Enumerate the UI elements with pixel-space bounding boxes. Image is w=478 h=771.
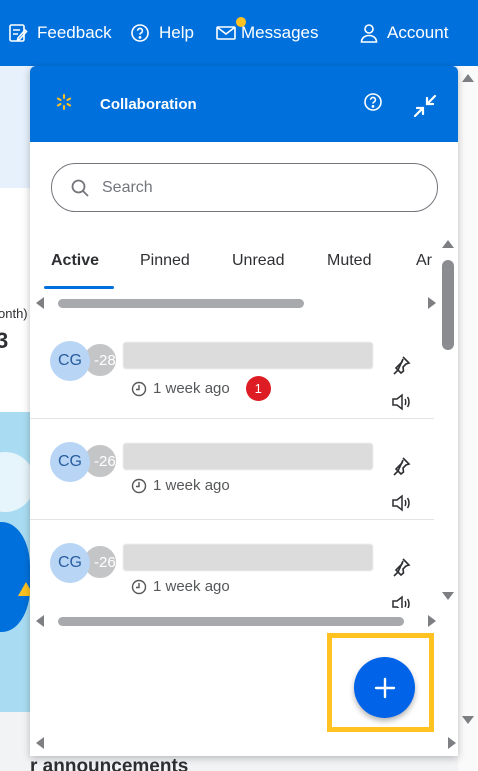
clock-icon [131, 381, 147, 396]
conversation-timestamp: 1 week ago 1 [131, 376, 271, 401]
background-month-label: onth) [0, 306, 28, 321]
conversation-title-redacted [123, 443, 373, 470]
speaker-icon[interactable] [391, 393, 411, 411]
clock-icon [131, 579, 147, 594]
conversation-item[interactable]: -26 CG 1 week ago [30, 520, 434, 608]
pin-icon[interactable] [391, 557, 411, 577]
background-stat-value: 3 [0, 328, 9, 353]
nav-feedback[interactable]: Feedback [8, 0, 112, 66]
nav-help[interactable]: Help [130, 0, 194, 66]
conversation-item[interactable]: -26 CG 1 week ago [30, 419, 434, 520]
help-icon[interactable] [363, 92, 383, 112]
conversation-timestamp: 1 week ago [131, 578, 230, 595]
tab-archived[interactable]: Ar [416, 252, 432, 270]
conversation-timestamp: 1 week ago [131, 477, 230, 494]
messages-notification-dot [236, 17, 246, 27]
conversation-time: 1 week ago [153, 380, 230, 397]
nav-account[interactable]: Account [360, 0, 448, 66]
clock-icon [131, 478, 147, 493]
speaker-icon[interactable] [391, 595, 411, 608]
nav-account-label: Account [387, 23, 449, 42]
search-input[interactable]: Search [51, 163, 438, 212]
tab-unread[interactable]: Unread [232, 252, 284, 270]
search-placeholder: Search [102, 178, 153, 196]
avatar: CG [50, 442, 90, 482]
active-tab-indicator [44, 286, 114, 289]
avatar: CG [50, 341, 90, 381]
list-vertical-scrollbar[interactable] [438, 236, 458, 606]
unread-badge: 1 [245, 376, 271, 401]
nav-messages-label: Messages [241, 23, 319, 42]
new-conversation-button[interactable] [354, 657, 415, 718]
spark-icon [56, 94, 72, 110]
tabs-horizontal-scrollbar[interactable] [30, 296, 438, 310]
pin-icon[interactable] [391, 456, 411, 476]
top-nav: Feedback Help Messages Account [0, 0, 478, 66]
page-scrollbar[interactable] [458, 66, 478, 771]
help-icon [131, 24, 149, 42]
nav-messages[interactable]: Messages [216, 0, 318, 66]
collapse-icon[interactable] [413, 94, 437, 118]
conversation-item[interactable]: -28 CG 1 week ago 1 [30, 318, 434, 419]
conversation-list: -28 CG 1 week ago 1 -26 CG 1 week ago -2… [30, 318, 434, 608]
collaboration-panel: Collaboration Search Active Pinned Unrea… [30, 66, 458, 756]
nav-help-label: Help [159, 23, 194, 42]
conversation-title-redacted [123, 544, 373, 571]
background-banner [0, 66, 34, 188]
background-illustration [0, 412, 34, 712]
speaker-icon[interactable] [391, 494, 411, 512]
tab-muted[interactable]: Muted [327, 252, 371, 270]
conversation-time: 1 week ago [153, 477, 230, 494]
mail-icon [216, 26, 236, 40]
panel-horizontal-scrollbar[interactable] [30, 736, 458, 750]
conversation-title-redacted [123, 342, 373, 369]
background-announcements-heading: r announcements [30, 756, 189, 771]
plus-icon [374, 677, 395, 698]
conversation-time: 1 week ago [153, 578, 230, 595]
feedback-icon [9, 24, 28, 42]
search-icon [71, 179, 89, 197]
highlight-frame [327, 633, 434, 732]
list-horizontal-scrollbar[interactable] [30, 614, 438, 628]
tab-active[interactable]: Active [51, 252, 99, 270]
panel-header: Collaboration [30, 66, 458, 142]
avatar: CG [50, 543, 90, 583]
user-icon [360, 24, 378, 43]
panel-title: Collaboration [100, 96, 197, 113]
tab-pinned[interactable]: Pinned [140, 252, 190, 270]
pin-icon[interactable] [391, 355, 411, 375]
nav-feedback-label: Feedback [37, 23, 112, 42]
tab-bar: Active Pinned Unread Muted Ar [30, 242, 438, 290]
